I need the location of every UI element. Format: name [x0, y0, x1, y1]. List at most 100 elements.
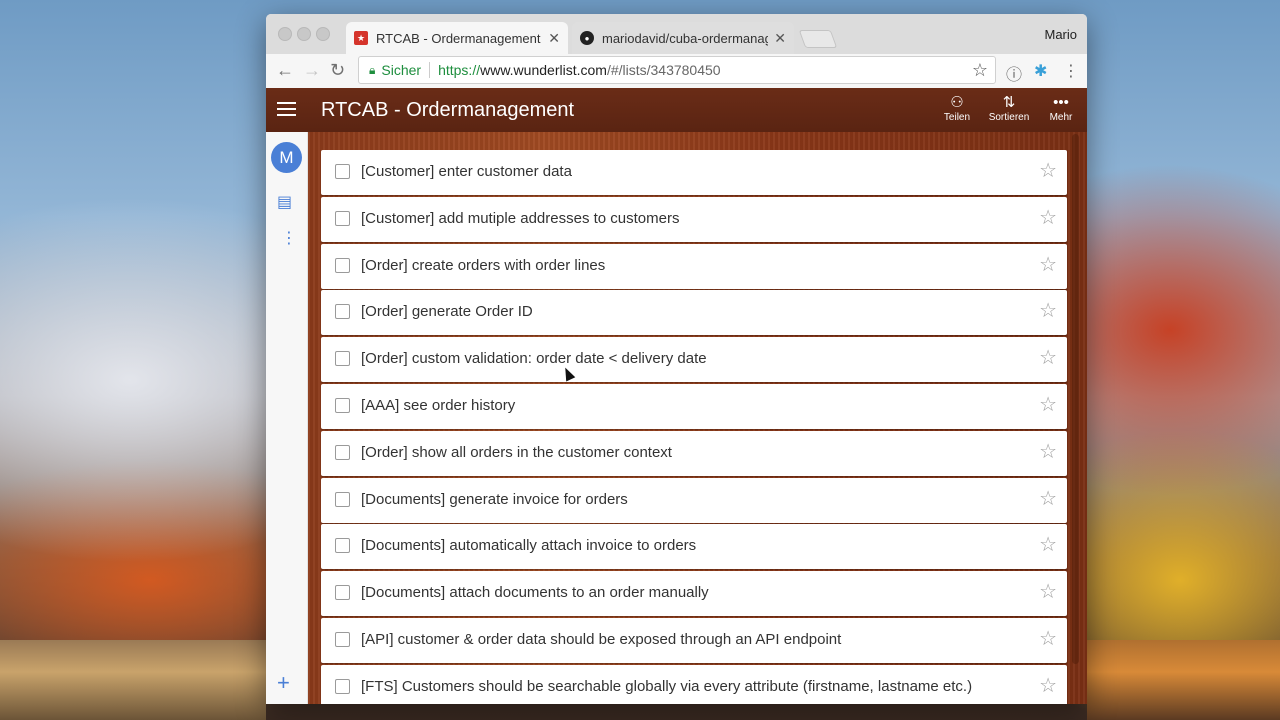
task-item[interactable]: [Documents] generate invoice for orders ☆	[321, 477, 1067, 523]
tab-github[interactable]: ● mariodavid/cuba-ordermanagement ✕	[572, 22, 794, 54]
sort-az-icon: ⇅	[1002, 94, 1016, 111]
task-checkbox[interactable]	[335, 257, 350, 273]
desktop-wallpaper-right	[1087, 640, 1280, 720]
close-tab-icon[interactable]: ✕	[548, 30, 560, 47]
lock-icon: 🔒︎	[369, 62, 376, 77]
task-item[interactable]: [AAA] see order history ☆	[321, 383, 1067, 429]
star-icon[interactable]: ☆	[1039, 207, 1057, 229]
star-icon[interactable]: ☆	[1039, 534, 1057, 556]
task-list-area: [Customer] enter customer data ☆ [Customer…	[308, 132, 1087, 704]
star-icon[interactable]: ☆	[1039, 488, 1057, 510]
wunderlist-app: RTCAB - Ordermanagement ⚇ Teilen ⇅ Sorti…	[266, 88, 1087, 704]
hamburger-menu-icon[interactable]	[277, 102, 296, 117]
zoom-window-button[interactable]	[316, 27, 330, 41]
back-arrow-icon[interactable]: ←	[276, 60, 294, 80]
task-title[interactable]: [Documents] attach documents to an order…	[361, 584, 709, 601]
wunderlist-star-icon: ★	[354, 31, 368, 45]
task-item[interactable]: [Documents] automatically attach invoice…	[321, 524, 1067, 570]
task-item[interactable]: [FTS] Customers should be searchable glo…	[321, 664, 1067, 704]
sidebar: M ▤ ⋮ +	[266, 132, 308, 704]
task-title[interactable]: [AAA] see order history	[361, 397, 515, 414]
browser-window: ★ RTCAB - Ordermanagement - W ✕ ● mariod…	[266, 14, 1087, 704]
url-host: www.wunderlist.com	[480, 62, 607, 78]
task-checkbox[interactable]	[335, 304, 350, 320]
reload-icon[interactable]: ↻	[330, 60, 345, 80]
star-icon[interactable]: ☆	[1039, 675, 1057, 697]
info-extension-icon[interactable]: ⓘ	[1006, 61, 1022, 85]
more-dots-icon: •••	[1053, 94, 1069, 111]
tab-bar: ★ RTCAB - Ordermanagement - W ✕ ● mariod…	[266, 14, 1087, 54]
task-checkbox[interactable]	[335, 164, 350, 179]
url-path: /#/lists/343780450	[606, 62, 721, 78]
task-checkbox[interactable]	[335, 397, 350, 413]
more-label: Mehr	[1049, 112, 1073, 123]
browser-menu-icon[interactable]: ⋮	[1063, 61, 1079, 81]
new-tab-button[interactable]	[798, 30, 838, 48]
close-tab-icon[interactable]: ✕	[774, 30, 786, 47]
notes-icon[interactable]: ▤	[277, 192, 292, 212]
more-button[interactable]: ••• Mehr	[1036, 94, 1086, 123]
scrollbar[interactable]	[1072, 134, 1079, 664]
task-title[interactable]: [Customer] enter customer data	[361, 163, 572, 180]
task-item[interactable]: [Documents] attach documents to an order…	[321, 571, 1067, 617]
task-title[interactable]: [Order] create orders with order lines	[361, 257, 605, 274]
github-icon: ●	[580, 31, 594, 45]
sort-button[interactable]: ⇅ Sortieren	[984, 94, 1034, 123]
add-list-icon[interactable]: +	[277, 672, 290, 694]
tab-title: RTCAB - Ordermanagement - W	[376, 30, 542, 46]
task-title[interactable]: [FTS] Customers should be searchable glo…	[361, 678, 972, 695]
bug-extension-icon[interactable]: ✱	[1034, 61, 1047, 81]
task-item[interactable]: [API] customer & order data should be ex…	[321, 617, 1067, 663]
url-scheme: https://	[438, 62, 481, 78]
tab-wunderlist[interactable]: ★ RTCAB - Ordermanagement - W ✕	[346, 22, 568, 54]
star-icon[interactable]: ☆	[1039, 347, 1057, 369]
task-item[interactable]: [Customer] add mutiple addresses to cust…	[321, 196, 1067, 242]
bookmark-star-icon[interactable]: ☆	[972, 60, 988, 81]
task-checkbox[interactable]	[335, 631, 350, 647]
task-title[interactable]: [Documents] automatically attach invoice…	[361, 537, 696, 554]
task-item[interactable]: [Order] generate Order ID ☆	[321, 290, 1067, 336]
task-checkbox[interactable]	[335, 538, 350, 554]
tab-title: mariodavid/cuba-ordermanagement	[602, 30, 769, 46]
star-icon[interactable]: ☆	[1039, 394, 1057, 416]
secure-label: Sicher	[381, 62, 422, 78]
share-person-icon: ⚇	[950, 94, 964, 111]
address-bar[interactable]: 🔒︎ Sicher https://www.wunderlist.com/#/l…	[358, 56, 996, 84]
desktop-wallpaper-left	[0, 640, 266, 720]
profile-name[interactable]: Mario	[1044, 27, 1077, 42]
task-list: [Customer] enter customer data ☆ [Customer…	[321, 150, 1067, 704]
task-item[interactable]: [Order] show all orders in the customer …	[321, 430, 1067, 476]
task-title[interactable]: [Documents] generate invoice for orders	[361, 491, 628, 508]
task-title[interactable]: [Order] generate Order ID	[361, 303, 533, 320]
star-icon[interactable]: ☆	[1039, 628, 1057, 650]
sort-label: Sortieren	[988, 112, 1030, 123]
task-checkbox[interactable]	[335, 585, 350, 601]
list-title: RTCAB - Ordermanagement	[321, 99, 575, 121]
task-item[interactable]: [Customer] enter customer data ☆	[321, 150, 1067, 195]
task-title[interactable]: [Customer] add mutiple addresses to cust…	[361, 210, 679, 227]
star-icon[interactable]: ☆	[1039, 581, 1057, 603]
task-title[interactable]: [Order] custom validation: order date < …	[361, 350, 707, 367]
forward-arrow-icon[interactable]: →	[303, 60, 321, 80]
task-item[interactable]: [Order] custom validation: order date < …	[321, 337, 1067, 383]
task-title[interactable]: [API] customer & order data should be ex…	[361, 631, 841, 648]
star-icon[interactable]: ☆	[1039, 441, 1057, 463]
task-checkbox[interactable]	[335, 491, 350, 507]
avatar[interactable]: M	[271, 142, 302, 173]
list-header: RTCAB - Ordermanagement ⚇ Teilen ⇅ Sorti…	[266, 88, 1087, 132]
close-window-button[interactable]	[278, 27, 292, 41]
browser-toolbar: ← → ↻ 🔒︎ Sicher https://www.wunderlist.c…	[266, 54, 1087, 89]
task-checkbox[interactable]	[335, 444, 350, 460]
vertical-dots-icon[interactable]: ⋮	[281, 228, 297, 248]
task-checkbox[interactable]	[335, 351, 350, 367]
star-icon[interactable]: ☆	[1039, 160, 1057, 182]
task-item[interactable]: [Order] create orders with order lines ☆	[321, 243, 1067, 289]
star-icon[interactable]: ☆	[1039, 254, 1057, 276]
share-label: Teilen	[943, 112, 971, 123]
task-title[interactable]: [Order] show all orders in the customer …	[361, 444, 672, 461]
star-icon[interactable]: ☆	[1039, 300, 1057, 322]
task-checkbox[interactable]	[335, 678, 350, 694]
minimize-window-button[interactable]	[297, 27, 311, 41]
share-button[interactable]: ⚇ Teilen	[932, 94, 982, 123]
task-checkbox[interactable]	[335, 210, 350, 226]
